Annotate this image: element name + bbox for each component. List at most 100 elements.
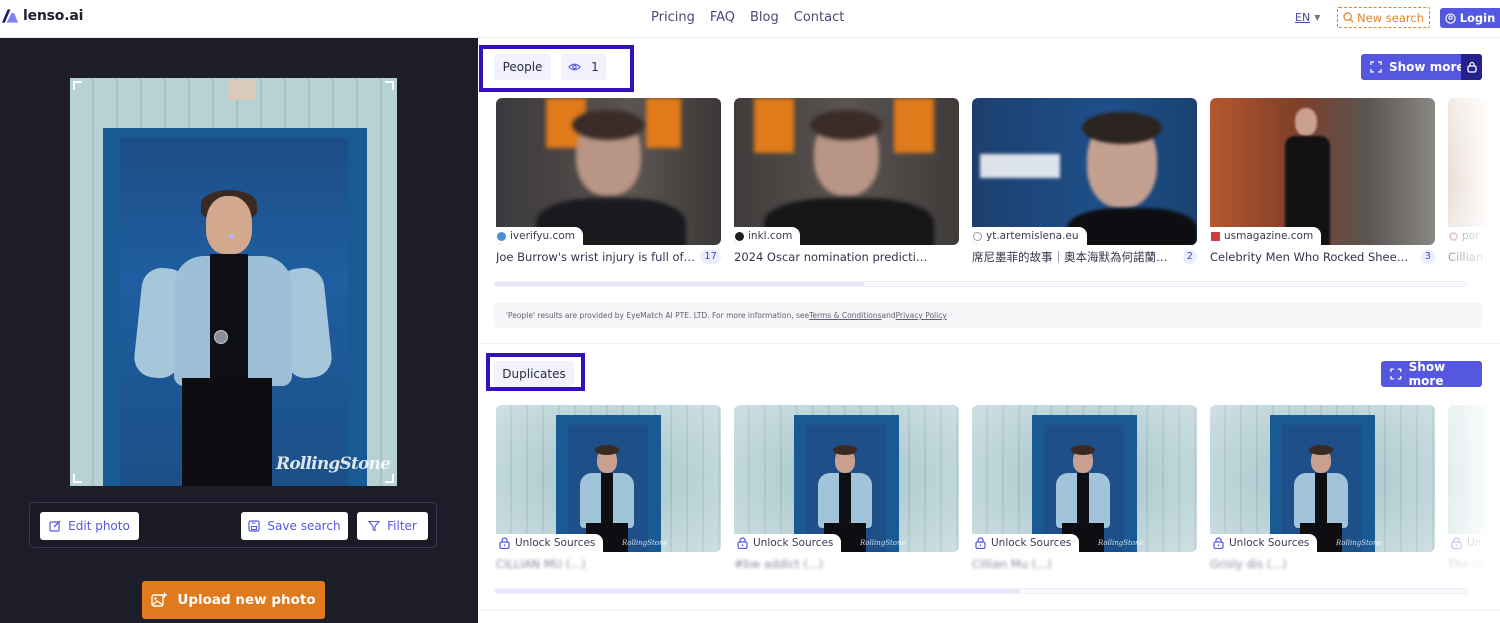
filter-button[interactable]: Filter bbox=[357, 512, 428, 540]
crop-handle[interactable] bbox=[73, 474, 82, 483]
people-result-card[interactable]: usmagazine.com Celebrity Men Who Rocked … bbox=[1210, 98, 1435, 265]
crop-handle[interactable] bbox=[385, 81, 394, 90]
result-thumbnail[interactable]: RollingStone Unlock Sources bbox=[734, 405, 959, 552]
results-panel: People 1 Show more iverifyu.com Joe Burr… bbox=[478, 38, 1500, 623]
section-divider bbox=[478, 343, 1500, 344]
people-result-card[interactable]: inkl.com 2024 Oscar nomination predictio… bbox=[734, 98, 959, 265]
result-thumbnail[interactable]: RollingStone Unlock Sources bbox=[496, 405, 721, 552]
result-title: The sl bbox=[1448, 557, 1483, 571]
duplicate-result-card[interactable]: RollingStone Unlock Sources #bw addict (… bbox=[734, 405, 959, 571]
tab-duplicates[interactable]: Duplicates bbox=[494, 361, 574, 387]
brand-name: lenso.ai bbox=[23, 8, 84, 24]
scrollbar-thumb[interactable] bbox=[495, 282, 865, 286]
result-title: Grisly dis (...) bbox=[1210, 557, 1287, 571]
duplicate-result-card[interactable]: RollingStone Un The sl bbox=[1448, 405, 1500, 571]
people-result-card[interactable]: iverifyu.com Joe Burrow's wrist injury i… bbox=[496, 98, 721, 265]
face-marker[interactable] bbox=[229, 234, 234, 239]
people-tab-label: People bbox=[502, 60, 543, 74]
crop-handle[interactable] bbox=[385, 474, 394, 483]
result-thumbnail[interactable]: inkl.com bbox=[734, 98, 959, 245]
source-favicon-icon bbox=[1449, 231, 1458, 241]
people-show-more-button[interactable]: Show more bbox=[1361, 54, 1482, 80]
people-result-card[interactable]: por Cillian bbox=[1448, 98, 1500, 265]
save-icon bbox=[248, 520, 261, 532]
privacy-link[interactable]: Privacy Policy bbox=[896, 311, 947, 320]
duplicates-scrollbar[interactable] bbox=[494, 588, 1468, 594]
upload-new-photo-button[interactable]: Upload new photo bbox=[142, 581, 325, 619]
result-source[interactable]: iverifyu.com bbox=[496, 227, 583, 245]
brand-logo[interactable]: lenso.ai bbox=[2, 8, 83, 24]
edit-photo-label: Edit photo bbox=[68, 519, 130, 533]
language-selector[interactable]: EN ▼ bbox=[1295, 11, 1320, 24]
save-search-label: Save search bbox=[267, 519, 341, 533]
result-source[interactable]: inkl.com bbox=[734, 227, 801, 245]
terms-link[interactable]: Terms & Conditions bbox=[809, 311, 881, 320]
result-thumbnail[interactable]: por bbox=[1448, 98, 1500, 245]
scrollbar-thumb[interactable] bbox=[495, 589, 1020, 593]
result-thumbnail[interactable]: RollingStone Unlock Sources bbox=[972, 405, 1197, 552]
result-thumbnail[interactable]: RollingStone Unlock Sources bbox=[1210, 405, 1435, 552]
duplicate-result-card[interactable]: RollingStone Unlock Sources Grisly dis (… bbox=[1210, 405, 1435, 571]
unlock-sources-button[interactable]: Unlock Sources bbox=[496, 534, 604, 552]
duplicate-result-card[interactable]: RollingStone Unlock Sources CILLIAN MU (… bbox=[496, 405, 721, 571]
result-thumbnail[interactable]: iverifyu.com bbox=[496, 98, 721, 245]
lock-icon bbox=[975, 537, 986, 549]
people-scrollbar[interactable] bbox=[494, 281, 1468, 287]
result-thumbnail[interactable]: yt.artemislena.eu bbox=[972, 98, 1197, 245]
result-thumbnail[interactable]: usmagazine.com bbox=[1210, 98, 1435, 245]
result-source[interactable]: usmagazine.com bbox=[1210, 227, 1322, 245]
search-icon bbox=[1343, 12, 1354, 23]
duplicates-show-more-button[interactable]: Show more bbox=[1381, 360, 1482, 388]
unlock-sources-button[interactable]: Unlock Sources bbox=[1210, 534, 1318, 552]
unlock-sources-button[interactable]: Unlock Sources bbox=[734, 534, 842, 552]
login-label: Login bbox=[1459, 11, 1496, 25]
face-marker[interactable] bbox=[214, 330, 228, 344]
duplicate-result-card[interactable]: RollingStone Unlock Sources Cillian Mu (… bbox=[972, 405, 1197, 571]
photo-watermark: RollingStone bbox=[276, 454, 391, 474]
lock-icon bbox=[499, 537, 510, 549]
result-title[interactable]: Cillian bbox=[1448, 250, 1500, 264]
duplicates-tab-label: Duplicates bbox=[502, 367, 566, 381]
result-title[interactable]: Celebrity Men Who Rocked Sheer Shir... bbox=[1210, 250, 1410, 264]
face-count: 1 bbox=[591, 60, 599, 74]
lock-icon bbox=[1451, 537, 1462, 549]
tab-people[interactable]: People bbox=[494, 54, 551, 80]
result-title[interactable]: Joe Burrow's wrist injury is full of con… bbox=[496, 250, 696, 264]
unlock-sources-button[interactable]: Un bbox=[1448, 534, 1490, 552]
face-count-chip[interactable]: 1 bbox=[561, 54, 606, 80]
crop-handle[interactable] bbox=[73, 81, 82, 90]
filter-label: Filter bbox=[387, 519, 417, 533]
result-thumbnail[interactable]: RollingStone Un bbox=[1448, 405, 1500, 552]
lock-icon bbox=[737, 537, 748, 549]
query-photo[interactable]: RollingStone bbox=[70, 78, 397, 486]
result-title[interactable]: 2024 Oscar nomination predictions, fro..… bbox=[734, 250, 934, 264]
result-source[interactable]: por bbox=[1448, 227, 1488, 245]
login-button[interactable]: Login bbox=[1440, 8, 1500, 28]
main-nav: Pricing FAQ Blog Contact bbox=[651, 10, 844, 25]
nav-pricing[interactable]: Pricing bbox=[651, 10, 695, 25]
top-header: lenso.ai Pricing FAQ Blog Contact EN ▼ N… bbox=[0, 0, 1500, 38]
query-panel: RollingStone Edit photo Save search Filt… bbox=[0, 38, 478, 623]
lock-icon bbox=[1213, 537, 1224, 549]
nav-blog[interactable]: Blog bbox=[750, 10, 779, 25]
edit-photo-button[interactable]: Edit photo bbox=[40, 512, 139, 540]
photo-toolbar: Edit photo Save search Filter bbox=[29, 502, 437, 548]
result-title[interactable]: 席尼墨菲的故事｜奧本海默為何諾蘭非... bbox=[972, 249, 1172, 265]
source-favicon-icon bbox=[1211, 231, 1220, 241]
nav-faq[interactable]: FAQ bbox=[710, 10, 735, 25]
match-count-badge: 17 bbox=[700, 250, 721, 264]
lenso-logo-icon bbox=[2, 9, 18, 23]
source-favicon-icon bbox=[973, 231, 982, 241]
nav-contact[interactable]: Contact bbox=[794, 10, 845, 25]
show-more-label: Show more bbox=[1408, 360, 1446, 388]
people-result-card[interactable]: yt.artemislena.eu 席尼墨菲的故事｜奧本海默為何諾蘭非... 2 bbox=[972, 98, 1197, 265]
unlock-sources-button[interactable]: Unlock Sources bbox=[972, 534, 1080, 552]
result-title: CILLIAN MU (...) bbox=[496, 557, 586, 571]
expand-icon bbox=[1390, 368, 1402, 380]
source-favicon-icon bbox=[735, 231, 744, 241]
result-source[interactable]: yt.artemislena.eu bbox=[972, 227, 1087, 245]
save-search-button[interactable]: Save search bbox=[241, 512, 348, 540]
language-code: EN bbox=[1295, 11, 1311, 24]
section-divider bbox=[478, 610, 1500, 611]
new-search-button[interactable]: New search bbox=[1337, 7, 1430, 28]
